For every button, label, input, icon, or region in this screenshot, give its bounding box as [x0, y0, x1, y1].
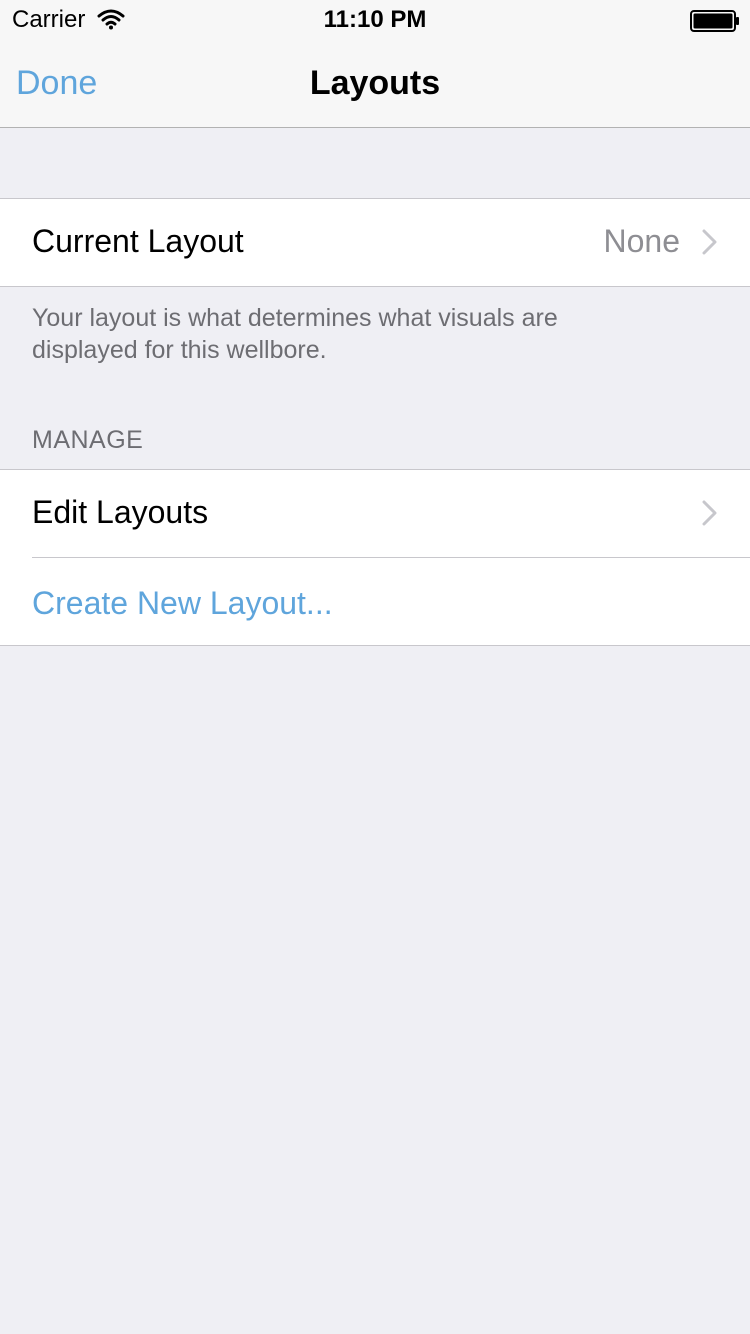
- manage-section-header: MANAGE: [32, 426, 144, 454]
- current-layout-group: Current Layout None: [0, 198, 750, 287]
- chevron-right-icon: [702, 229, 717, 255]
- edit-layouts-label: Edit Layouts: [32, 494, 209, 530]
- navigation-bar: Carrier 11:10 PM Done Layouts: [0, 0, 750, 128]
- manage-group: Edit Layouts Create New Layout...: [0, 469, 750, 646]
- current-layout-value: None: [603, 223, 681, 259]
- create-new-layout-label: Create New Layout...: [32, 585, 333, 621]
- battery-icon: [690, 10, 739, 32]
- page-title: Layouts: [309, 64, 441, 102]
- status-bar: Carrier 11:10 PM: [0, 0, 750, 40]
- chevron-right-icon: [702, 500, 717, 526]
- current-layout-label: Current Layout: [32, 223, 244, 259]
- status-time: 11:10 PM: [323, 6, 427, 33]
- edit-layouts-cell[interactable]: Edit Layouts: [0, 470, 750, 557]
- create-new-layout-cell[interactable]: Create New Layout...: [0, 557, 750, 645]
- current-layout-footer: Your layout is what determines what visu…: [32, 304, 558, 364]
- current-layout-cell[interactable]: Current Layout None: [0, 199, 750, 286]
